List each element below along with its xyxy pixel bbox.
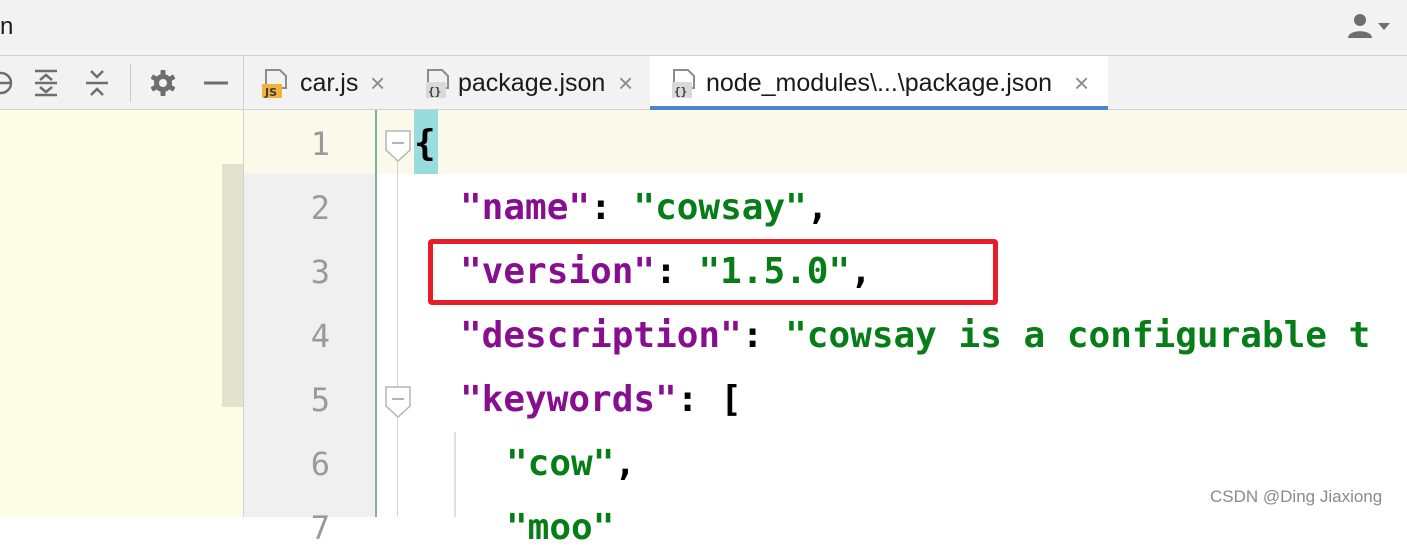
- expand-all-icon: [35, 69, 57, 97]
- fold-marker-icon[interactable]: [385, 386, 411, 418]
- comma: ,: [806, 187, 829, 228]
- settings-button[interactable]: [148, 68, 178, 98]
- close-icon[interactable]: ×: [370, 70, 385, 96]
- title-bar: n: [0, 0, 1407, 56]
- json-string: "cow": [506, 443, 615, 484]
- code-line-1: {: [414, 112, 436, 176]
- svg-text:{}: {}: [428, 85, 441, 98]
- code-line-7: "moo": [506, 496, 614, 560]
- watermark: CSDN @Ding Jiaxiong: [1210, 487, 1383, 506]
- json-string: "cowsay is a configurable t: [785, 315, 1371, 356]
- tab-label: package.json: [458, 69, 606, 97]
- window-title: n: [0, 13, 14, 40]
- json-key: "description": [460, 315, 742, 356]
- line-number: 2: [310, 189, 330, 227]
- annotation-highlight-box: [428, 239, 998, 305]
- code-line-5: "keywords": [: [460, 368, 742, 432]
- line-number: 7: [310, 509, 330, 547]
- tab-node-modules-package-json[interactable]: {} node_modules\...\package.json ×: [650, 56, 1108, 110]
- line-number: 1: [310, 125, 330, 163]
- json-file-icon: {}: [426, 69, 449, 98]
- indent-guide: [454, 432, 456, 517]
- minimize-icon: [204, 81, 228, 85]
- user-menu-button[interactable]: [1346, 12, 1400, 42]
- colon: :: [741, 315, 786, 356]
- collapse-all-button[interactable]: [82, 68, 112, 98]
- user-icon: [1348, 14, 1390, 38]
- json-file-icon: {}: [672, 69, 695, 98]
- colon: :: [590, 187, 634, 228]
- comma: ,: [614, 443, 637, 484]
- tab-package-json[interactable]: {} package.json ×: [404, 56, 650, 110]
- fold-guide: [397, 162, 398, 386]
- tab-label: node_modules\...\package.json: [706, 69, 1053, 97]
- svg-text:{}: {}: [674, 85, 687, 98]
- colon: :: [676, 379, 721, 420]
- code-line-2: "name": "cowsay",: [460, 176, 828, 240]
- json-string: "cowsay": [633, 187, 807, 228]
- code-line-4: "description": "cowsay is a configurable…: [460, 304, 1370, 368]
- line-number: 5: [310, 381, 330, 419]
- current-line-highlight: [377, 110, 1407, 174]
- open-bracket: [: [720, 379, 742, 420]
- line-number: 6: [310, 445, 330, 483]
- tab-label: car.js: [300, 69, 359, 97]
- expand-all-button[interactable]: [31, 68, 61, 98]
- close-icon[interactable]: ×: [618, 70, 633, 96]
- json-key: "keywords": [460, 379, 677, 420]
- line-number: 4: [310, 317, 330, 355]
- open-brace: {: [414, 123, 436, 164]
- fold-marker-icon[interactable]: [385, 130, 411, 162]
- code-line-6: "cow",: [506, 432, 636, 496]
- collapse-all-icon: [86, 70, 108, 96]
- close-icon[interactable]: ×: [1074, 70, 1089, 96]
- toolbar-separator: [130, 64, 131, 102]
- svg-text:JS: JS: [264, 86, 277, 99]
- project-toolbar: [0, 56, 243, 110]
- locate-icon: [0, 71, 13, 95]
- editor-tabs: JS car.js × {} package.json × {} node_mo…: [244, 56, 1407, 110]
- json-string: "moo": [506, 507, 615, 548]
- js-file-icon: JS: [262, 69, 287, 99]
- hide-panel-button[interactable]: [201, 68, 231, 98]
- project-panel-scrollbar[interactable]: [222, 164, 243, 407]
- json-key: "name": [460, 187, 591, 228]
- tab-car-js[interactable]: JS car.js ×: [244, 56, 404, 110]
- locate-button[interactable]: [0, 68, 16, 98]
- project-panel[interactable]: [0, 110, 243, 517]
- gear-icon: [150, 70, 176, 96]
- fold-guide: [397, 418, 398, 517]
- line-number: 3: [310, 253, 330, 291]
